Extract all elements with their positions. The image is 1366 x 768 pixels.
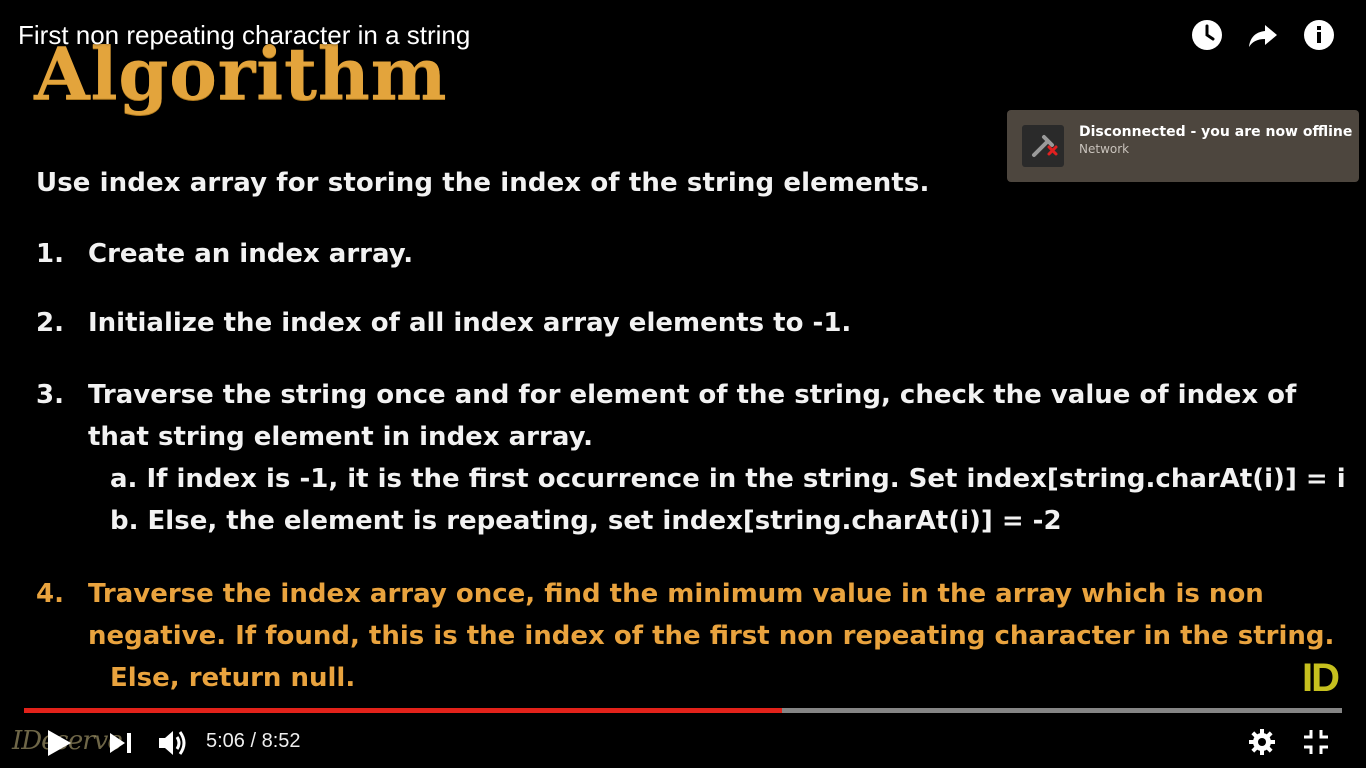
- step-text-line-2: negative. If found, this is the index of…: [88, 621, 1335, 651]
- player-controls: 5:06 / 8:52: [0, 718, 1366, 768]
- step-text: Create an index array.: [88, 239, 414, 269]
- offline-notification[interactable]: Disconnected - you are now offline Netwo…: [1007, 110, 1359, 182]
- watch-later-icon[interactable]: [1190, 18, 1224, 52]
- progress-bar[interactable]: [24, 708, 1342, 713]
- settings-button[interactable]: [1244, 724, 1280, 760]
- step-text-line-1: Traverse the index array once, find the …: [88, 579, 1264, 609]
- skip-next-icon: [110, 733, 131, 753]
- time-display: 5:06 / 8:52: [206, 730, 301, 752]
- notification-title: Disconnected - you are now offline: [1079, 124, 1353, 140]
- exit-fullscreen-icon: [1304, 730, 1328, 754]
- step-number: 4.: [36, 579, 64, 609]
- exit-fullscreen-button[interactable]: [1298, 724, 1334, 760]
- next-button[interactable]: [104, 726, 138, 760]
- top-actions: [1190, 18, 1336, 52]
- network-disconnected-icon: [1022, 125, 1064, 167]
- step-number: 2.: [36, 308, 64, 338]
- step-sub-a: a. If index is -1, it is the first occur…: [110, 464, 1346, 494]
- step-sub-b: b. Else, the element is repeating, set i…: [110, 506, 1062, 536]
- play-icon: [48, 730, 71, 756]
- step-text-line-3: Else, return null.: [110, 663, 356, 693]
- step-text-line-2: that string element in index array.: [88, 422, 594, 452]
- notification-subtitle: Network: [1079, 142, 1130, 156]
- step-number: 3.: [36, 380, 64, 410]
- progress-played: [24, 708, 782, 713]
- step-text-line-1: Traverse the string once and for element…: [88, 380, 1297, 410]
- play-button[interactable]: [42, 726, 76, 760]
- volume-button[interactable]: [154, 724, 192, 762]
- slide-intro: Use index array for storing the index of…: [36, 168, 930, 198]
- step-text: Initialize the index of all index array …: [88, 308, 852, 338]
- info-icon[interactable]: [1302, 18, 1336, 52]
- gear-icon: [1249, 729, 1275, 755]
- volume-icon: [159, 731, 186, 755]
- video-title[interactable]: First non repeating character in a strin…: [18, 20, 470, 51]
- step-number: 1.: [36, 239, 64, 269]
- share-icon[interactable]: [1246, 18, 1280, 52]
- channel-logo: ID: [1302, 656, 1340, 700]
